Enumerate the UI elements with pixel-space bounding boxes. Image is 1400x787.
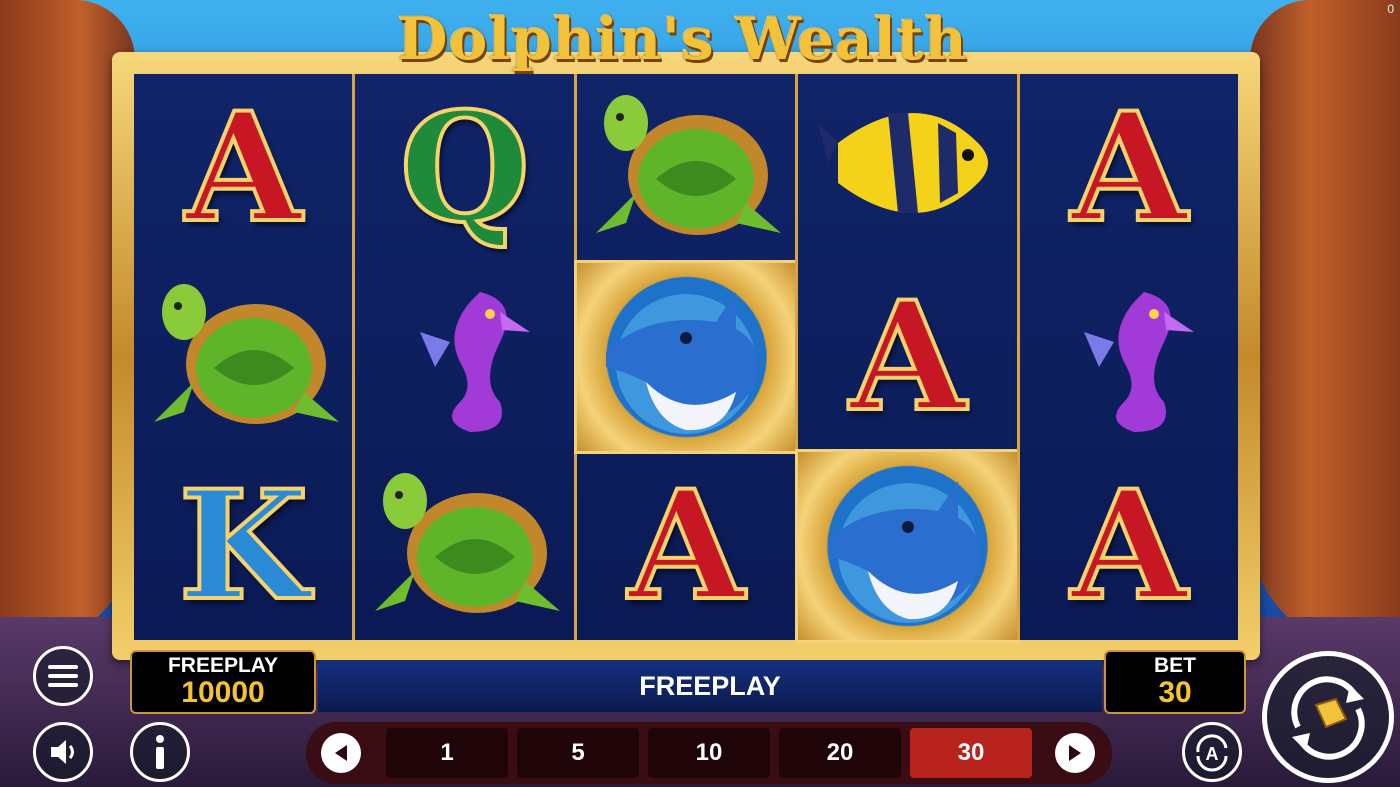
symbol-a: A — [577, 452, 796, 640]
sound-button[interactable] — [33, 722, 93, 782]
bet-option-20[interactable]: 20 — [779, 728, 901, 778]
ace-symbol: A — [848, 269, 968, 445]
balance-value: 10000 — [181, 676, 265, 709]
menu-button[interactable] — [33, 646, 93, 706]
arrow-left-icon — [335, 745, 347, 761]
symbol-a: A — [1020, 74, 1239, 262]
info-icon — [156, 735, 164, 769]
reel-2: Q — [352, 74, 574, 640]
angelfish-icon — [817, 113, 988, 213]
dolphin-icon — [606, 292, 758, 434]
rock-right — [1250, 0, 1400, 650]
symbol-a: A — [1020, 452, 1239, 640]
queen-symbol: Q — [398, 80, 533, 256]
ace-symbol: A — [1069, 458, 1189, 634]
bet-label: BET — [1154, 654, 1196, 677]
menu-icon — [48, 665, 78, 687]
speaker-icon — [51, 740, 74, 764]
reel-3: A — [573, 74, 799, 640]
symbol-seahorse — [1020, 263, 1239, 451]
spin-button[interactable] — [1262, 651, 1394, 783]
symbol-seahorse — [355, 263, 574, 451]
seahorse-icon — [1084, 292, 1195, 432]
symbol-dolphin — [573, 260, 799, 454]
ace-symbol: A — [626, 458, 746, 634]
bet-panel: BET 30 — [1104, 650, 1246, 714]
symbol-turtle — [577, 74, 796, 262]
bet-option-1[interactable]: 1 — [386, 728, 508, 778]
symbol-turtle — [134, 263, 353, 451]
corner-counter: 0 — [1387, 2, 1394, 16]
symbol-q: Q — [355, 74, 574, 262]
autoplay-button[interactable]: A — [1182, 722, 1242, 782]
balance-label: FREEPLAY — [167, 654, 279, 677]
reel-1: A K — [134, 74, 353, 640]
spin-icon — [1291, 676, 1365, 760]
symbol-a: A — [798, 263, 1017, 451]
symbol-k: K — [134, 452, 353, 640]
symbol-dolphin — [795, 449, 1021, 643]
turtle-icon — [596, 95, 782, 235]
symbol-angelfish — [798, 74, 1017, 262]
symbol-turtle — [355, 452, 574, 640]
turtle-icon — [374, 473, 560, 613]
svg-text:A: A — [1206, 744, 1219, 764]
autoplay-icon: A — [1196, 734, 1228, 772]
bet-option-5[interactable]: 5 — [517, 728, 639, 778]
game-logo: Dolphin's Wealth — [350, 0, 1015, 78]
dolphin-icon — [827, 481, 980, 623]
turtle-icon — [153, 284, 339, 424]
message-bar: FREEPLAY — [318, 660, 1102, 712]
ace-symbol: A — [183, 80, 303, 256]
bet-value: 30 — [1158, 676, 1192, 709]
balance-panel: FREEPLAY 10000 — [130, 650, 316, 714]
king-symbol: K — [176, 458, 310, 634]
arrow-right-icon — [1069, 745, 1081, 761]
symbol-a: A — [134, 74, 353, 262]
reel-grid: A K Q A A A A — [134, 74, 1239, 643]
reel-5: A A — [1016, 74, 1239, 640]
reel-4: A — [795, 74, 1021, 643]
bet-option-30[interactable]: 30 — [910, 728, 1032, 778]
game-title: Dolphin's Wealth — [397, 5, 968, 73]
info-button[interactable] — [130, 722, 190, 782]
seahorse-icon — [419, 292, 530, 432]
bet-next-button[interactable] — [1055, 733, 1095, 773]
ace-symbol: A — [1069, 80, 1189, 256]
bet-option-10[interactable]: 10 — [648, 728, 770, 778]
bet-prev-button[interactable] — [321, 733, 361, 773]
message-text: FREEPLAY — [639, 670, 781, 701]
